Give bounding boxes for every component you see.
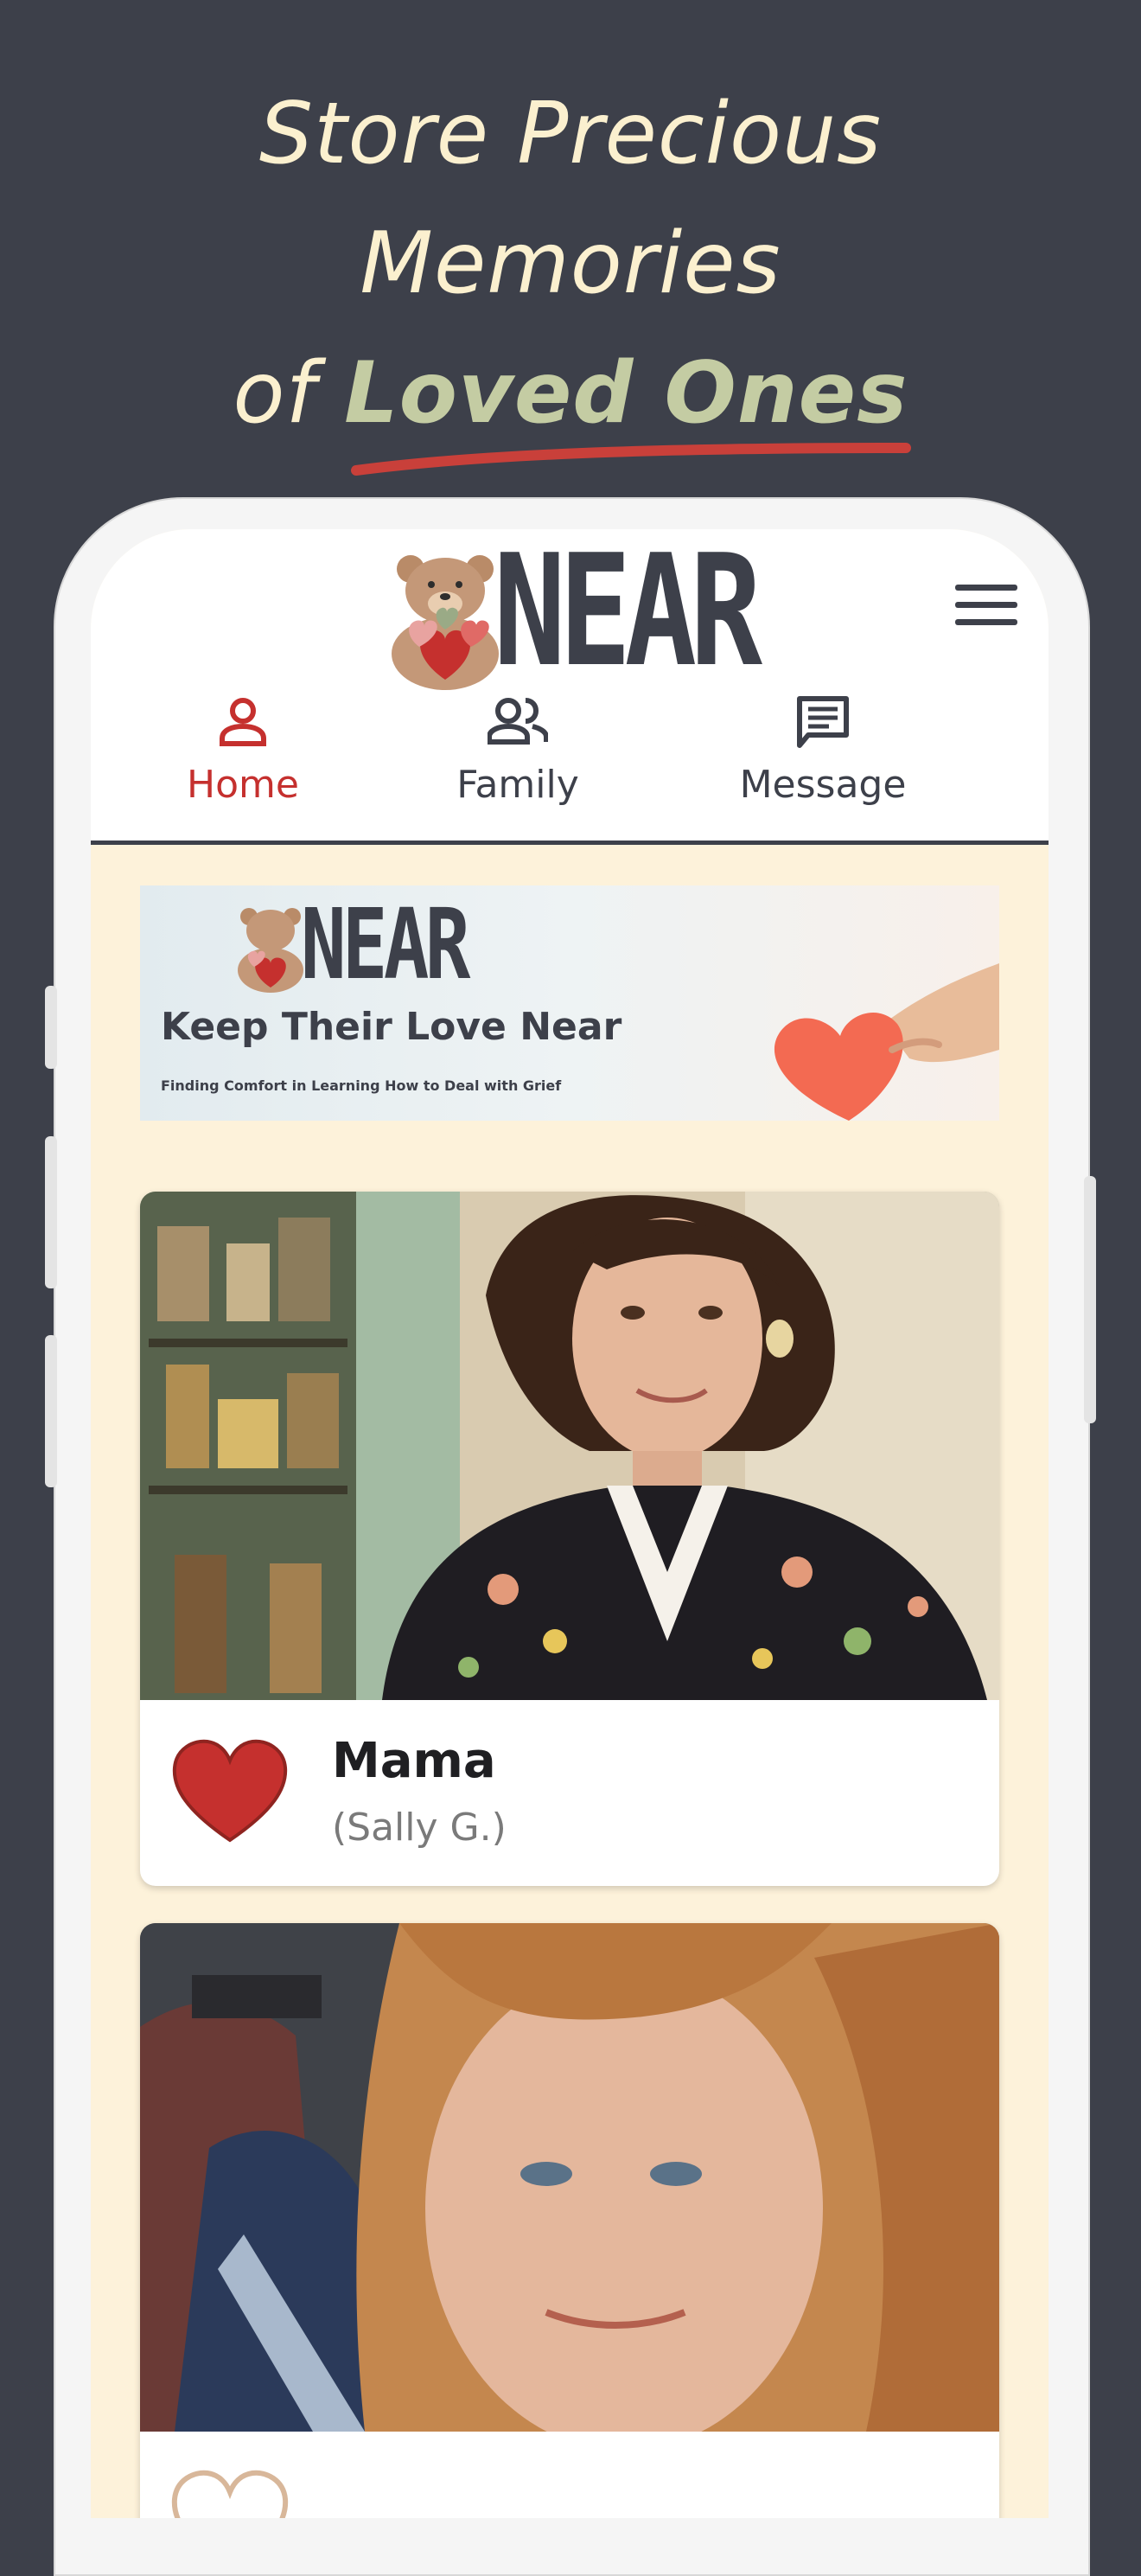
people-icon [405, 694, 630, 757]
loved-one-card[interactable]: Mama (Sally G.) [140, 1192, 999, 1886]
message-icon [711, 694, 935, 757]
heart-icon [172, 1739, 288, 1843]
tab-family-label: Family [456, 763, 579, 807]
phone-side-button [45, 1335, 57, 1487]
promo-banner[interactable]: NEAR Keep Their Love Near Finding Comfor… [140, 885, 999, 1121]
menu-line [955, 585, 1017, 591]
tab-message-label: Message [739, 763, 907, 807]
headline-underline [351, 443, 911, 476]
menu-line [955, 602, 1017, 608]
tab-family[interactable]: Family [405, 694, 630, 807]
headline-prefix: of [233, 344, 345, 443]
person-icon [131, 694, 355, 757]
tab-home[interactable]: Home [131, 694, 355, 807]
card-footer: Mama (Sally G.) [140, 1700, 999, 1886]
app-header: NEAR Home Family Message [91, 529, 1049, 845]
promo-headline: Store Precious Memories of Loved Ones [0, 69, 1141, 458]
phone-screen: NEAR Home Family Message NEAR Keep Their… [91, 529, 1049, 2518]
app-logo-text: NEAR [494, 529, 762, 700]
loved-one-relation: (Sally G.) [332, 1806, 507, 1850]
loved-one-name: Mama [332, 1733, 496, 1789]
banner-title: Keep Their Love Near [161, 1005, 622, 1049]
headline-line-1: Store Precious [258, 85, 883, 183]
phone-side-button [45, 986, 57, 1069]
headline-accent: Loved Ones [344, 344, 908, 443]
loved-one-photo [140, 1923, 999, 2432]
banner-logo-text: NEAR [301, 889, 470, 1001]
banner-subtitle: Finding Comfort in Learning How to Deal … [161, 1077, 562, 1094]
hamburger-menu-button[interactable] [955, 585, 1017, 630]
heart-icon [171, 2470, 289, 2518]
tab-home-label: Home [187, 763, 299, 807]
bear-logo-icon [238, 908, 303, 993]
headline-line-2: Memories [360, 214, 781, 313]
loved-one-card[interactable] [140, 1923, 999, 2518]
phone-side-button [45, 1136, 57, 1288]
tab-message[interactable]: Message [711, 694, 935, 807]
card-footer [140, 2432, 999, 2518]
hand-holding-heart-image [774, 963, 999, 1121]
loved-one-photo [140, 1192, 999, 1700]
phone-side-button [1084, 1176, 1096, 1423]
menu-line [955, 619, 1017, 625]
